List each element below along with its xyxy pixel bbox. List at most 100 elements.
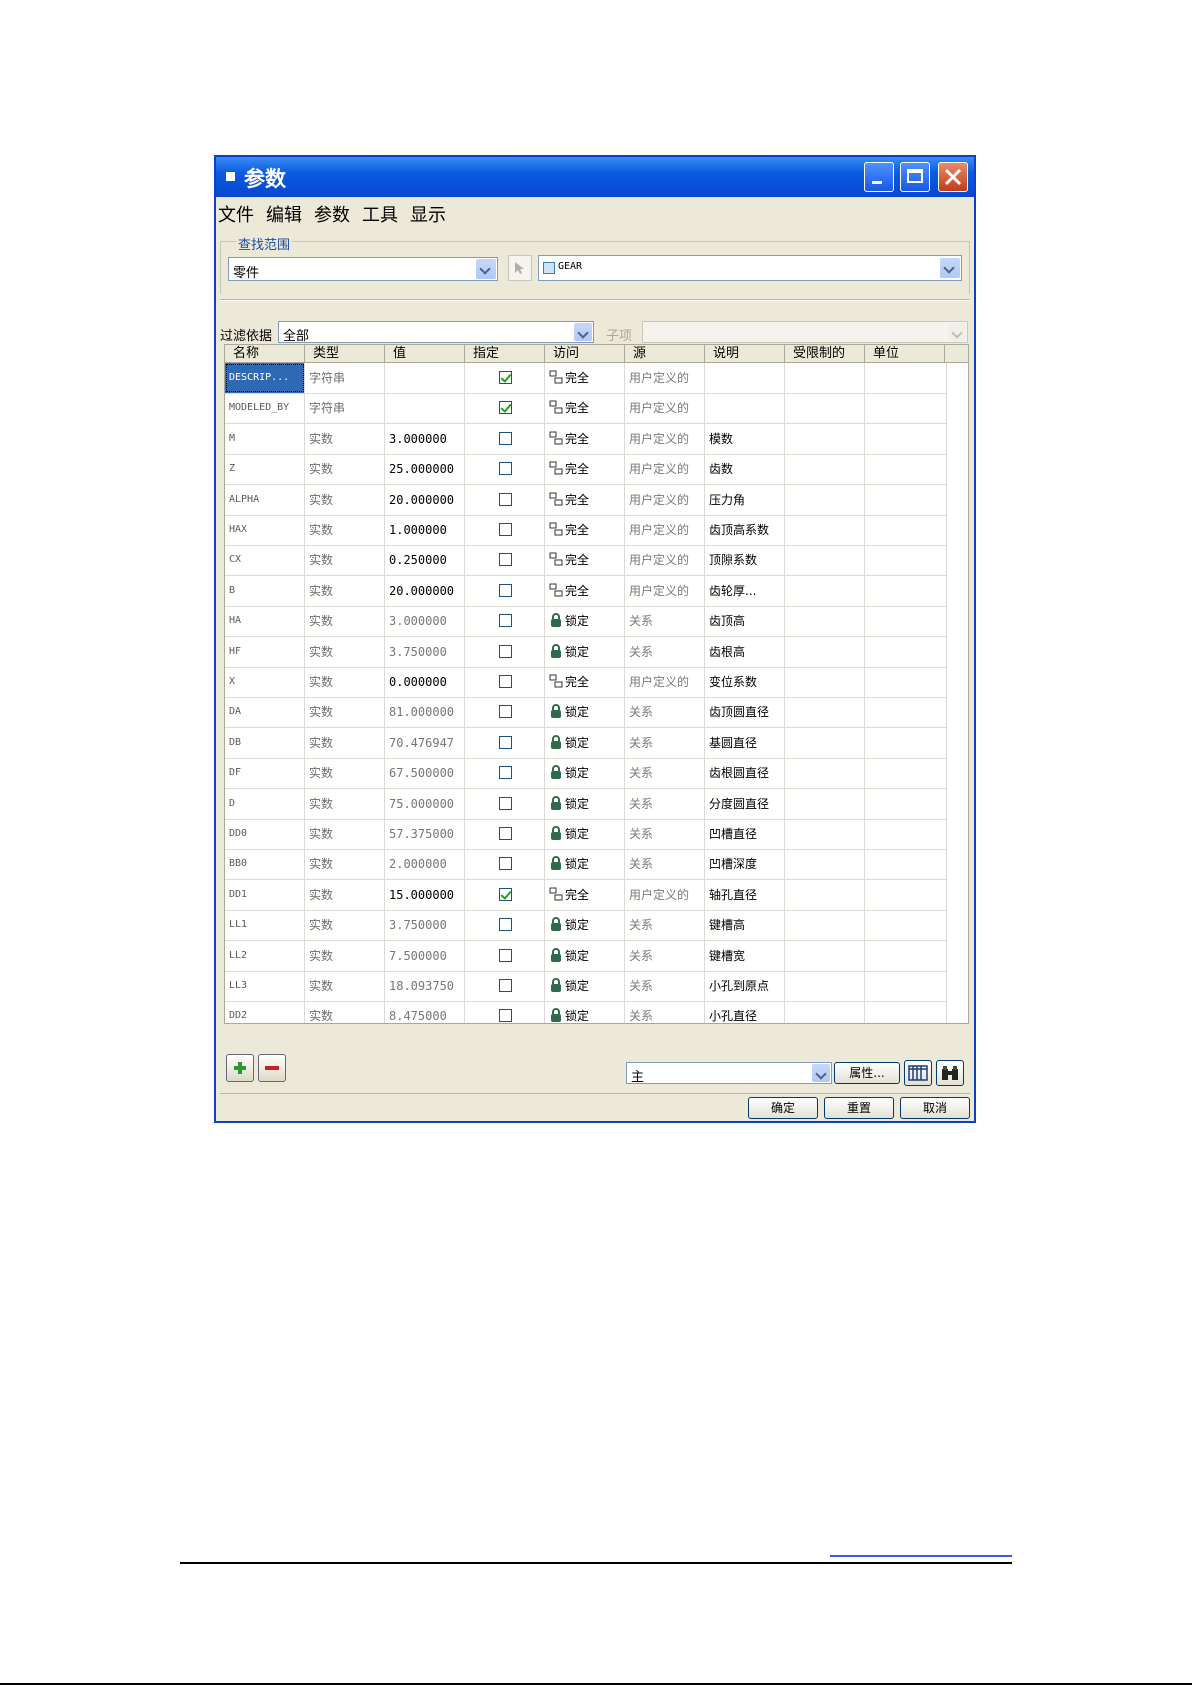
column-name[interactable]: 名称 [225,345,305,362]
param-value-cell[interactable]: 3.000000 [385,606,465,637]
param-name-cell[interactable]: X [225,667,305,697]
designate-checkbox[interactable] [499,979,512,992]
designate-checkbox[interactable] [499,948,512,962]
param-name-cell[interactable]: CX [225,545,305,576]
param-access-cell[interactable]: 锁定 [545,636,625,667]
param-access-cell[interactable]: 锁定 [545,819,625,849]
param-description-cell[interactable]: 凹槽深度 [705,849,785,880]
param-value-cell[interactable]: 18.093750 [385,971,465,1001]
designate-checkbox[interactable] [499,827,512,840]
param-name-cell[interactable]: ALPHA [225,484,305,515]
ok-button[interactable]: 确定 [748,1097,818,1119]
designate-checkbox[interactable] [499,614,512,628]
designate-checkbox[interactable] [499,918,512,932]
param-value-cell[interactable]: 3.750000 [385,636,465,667]
close-button[interactable] [938,162,968,192]
param-name-cell[interactable]: LL1 [225,910,305,941]
param-access-cell[interactable]: 完全 [545,667,625,697]
table-row[interactable]: ALPHA 实数 20.000000 完全 用户定义的 压力角 [225,484,947,516]
param-value-cell[interactable]: 81.000000 [385,697,465,728]
designate-checkbox[interactable] [499,553,512,567]
param-access-cell[interactable]: 锁定 [545,697,625,728]
menu-tools[interactable]: 工具 [362,201,398,227]
param-access-cell[interactable]: 锁定 [545,971,625,1001]
chevron-down-icon[interactable] [574,323,592,341]
param-access-cell[interactable]: 完全 [545,363,625,393]
find-button[interactable] [936,1060,964,1086]
param-name-cell[interactable]: DA [225,697,305,728]
table-row[interactable]: DA 实数 81.000000 锁定 关系 齿顶圆直径 [225,697,947,729]
param-access-cell[interactable]: 完全 [545,423,625,454]
param-access-cell[interactable]: 锁定 [545,606,625,637]
param-access-cell[interactable]: 完全 [545,575,625,606]
param-access-cell[interactable]: 锁定 [545,849,625,880]
param-value-cell[interactable]: 1.000000 [385,515,465,545]
param-value-cell[interactable] [385,363,465,393]
param-value-cell[interactable]: 20.000000 [385,484,465,515]
param-value-cell[interactable]: 57.375000 [385,819,465,849]
table-row[interactable]: CX 实数 0.250000 完全 用户定义的 顶隙系数 [225,545,947,577]
param-value-cell[interactable]: 0.250000 [385,545,465,576]
param-access-cell[interactable]: 完全 [545,454,625,485]
param-description-cell[interactable]: 顶隙系数 [705,545,785,576]
param-value-cell[interactable]: 25.000000 [385,454,465,485]
param-name-cell[interactable]: HAX [225,515,305,545]
param-description-cell[interactable]: 小孔到原点 [705,971,785,1001]
param-description-cell[interactable]: 齿顶高系数 [705,515,785,545]
designate-checkbox[interactable] [499,431,512,445]
param-name-cell[interactable]: DD1 [225,879,305,910]
select-object-button[interactable] [508,255,532,281]
param-access-cell[interactable]: 完全 [545,484,625,515]
param-description-cell[interactable]: 轴孔直径 [705,879,785,910]
designate-checkbox[interactable] [499,735,512,749]
table-row[interactable]: LL2 实数 7.500000 锁定 关系 键槽宽 [225,940,947,972]
chevron-down-icon[interactable] [476,259,496,279]
param-value-cell[interactable]: 20.000000 [385,575,465,606]
param-description-cell[interactable]: 齿根高 [705,636,785,667]
param-access-cell[interactable]: 完全 [545,879,625,910]
column-description[interactable]: 说明 [705,345,785,362]
param-description-cell[interactable]: 齿轮厚... [705,575,785,606]
param-name-cell[interactable]: LL2 [225,940,305,971]
table-row[interactable]: HA 实数 3.000000 锁定 关系 齿顶高 [225,606,947,638]
param-name-cell[interactable]: Z [225,454,305,485]
table-row[interactable]: X 实数 0.000000 完全 用户定义的 变位系数 [225,667,947,698]
designate-checkbox[interactable] [499,462,512,476]
designate-checkbox[interactable] [499,675,512,688]
column-restricted[interactable]: 受限制的 [785,345,865,362]
param-description-cell[interactable]: 齿顶高 [705,606,785,637]
param-value-cell[interactable]: 75.000000 [385,788,465,819]
designate-checkbox[interactable] [499,887,512,901]
param-name-cell[interactable]: BB0 [225,849,305,880]
param-value-cell[interactable]: 8.475000 [385,1001,465,1023]
designate-checkbox[interactable] [499,583,512,597]
param-description-cell[interactable] [705,363,785,393]
param-value-cell[interactable]: 3.750000 [385,910,465,941]
column-unit[interactable]: 单位 [865,345,945,362]
table-row[interactable]: DD2 实数 8.475000 锁定 关系 小孔直径 [225,1001,947,1023]
table-row[interactable]: Z 实数 25.000000 完全 用户定义的 齿数 [225,454,947,486]
column-value[interactable]: 值 [385,345,465,362]
param-name-cell[interactable]: MODELED_BY [225,393,305,424]
table-row[interactable]: DD0 实数 57.375000 锁定 关系 凹槽直径 [225,819,947,850]
param-access-cell[interactable]: 完全 [545,515,625,545]
designate-checkbox[interactable] [499,492,512,506]
param-description-cell[interactable]: 小孔直径 [705,1001,785,1023]
designate-checkbox[interactable] [499,796,512,810]
table-row[interactable]: DF 实数 67.500000 锁定 关系 齿根圆直径 [225,758,947,790]
designate-checkbox[interactable] [499,705,512,719]
param-description-cell[interactable]: 齿根圆直径 [705,758,785,789]
param-access-cell[interactable]: 完全 [545,545,625,576]
param-description-cell[interactable]: 分度圆直径 [705,788,785,819]
reset-button[interactable]: 重置 [824,1097,894,1119]
designate-checkbox[interactable] [499,1009,512,1023]
chevron-down-icon[interactable] [812,1064,830,1082]
param-value-cell[interactable]: 67.500000 [385,758,465,789]
param-value-cell[interactable]: 70.476947 [385,727,465,758]
param-access-cell[interactable]: 完全 [545,393,625,424]
scope-level-select[interactable]: 零件 [228,257,498,281]
scope-object-select[interactable]: GEAR [538,255,962,281]
param-description-cell[interactable]: 基圆直径 [705,727,785,758]
designate-checkbox[interactable] [499,644,512,658]
param-description-cell[interactable]: 压力角 [705,484,785,515]
